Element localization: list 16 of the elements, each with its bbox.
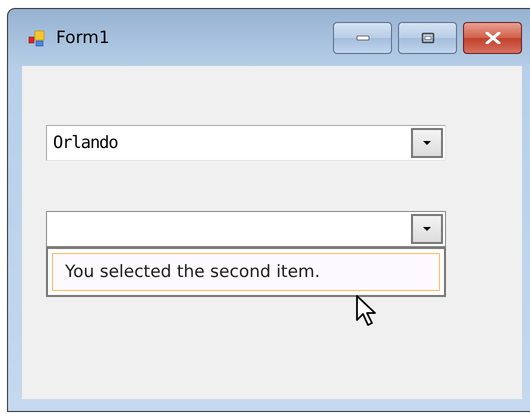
window-title: Form1 xyxy=(56,28,110,48)
maximize-icon xyxy=(420,32,434,44)
close-button[interactable] xyxy=(463,22,522,54)
close-icon xyxy=(484,32,500,44)
combo-box[interactable] xyxy=(46,211,446,247)
minimize-icon xyxy=(356,34,370,40)
caret-icon xyxy=(423,141,431,145)
maximize-button[interactable] xyxy=(398,22,457,54)
minimize-button[interactable] xyxy=(333,22,392,54)
list-item[interactable]: You selected the second item. xyxy=(52,253,440,291)
combo-value: Orlando xyxy=(53,133,119,153)
combo-box[interactable]: Orlando xyxy=(46,125,446,161)
dropdown-button[interactable] xyxy=(411,128,443,158)
caret-icon xyxy=(423,227,431,231)
form-icon xyxy=(28,28,46,46)
dropdown-button[interactable] xyxy=(411,214,443,244)
